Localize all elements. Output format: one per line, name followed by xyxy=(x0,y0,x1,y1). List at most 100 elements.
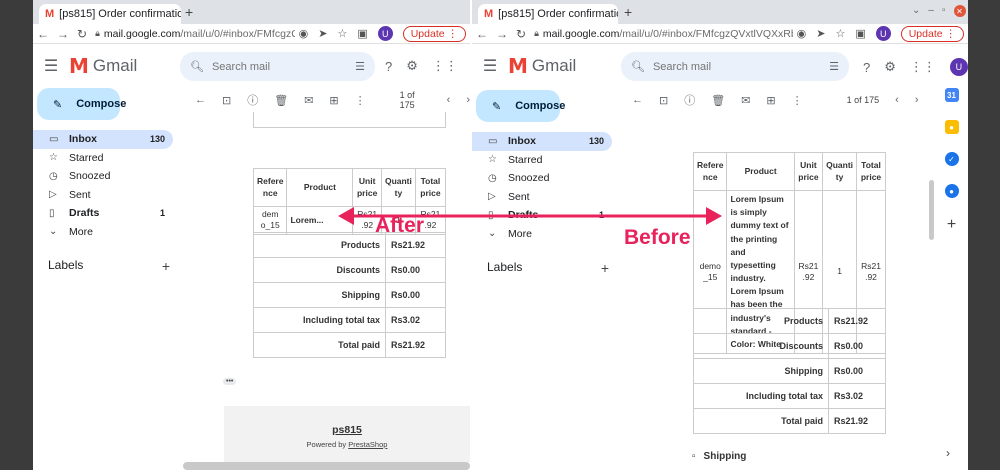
sidebar-item-drafts[interactable]: ▯ Drafts 1 xyxy=(33,204,173,223)
shop-name-link[interactable]: ps815 xyxy=(224,424,470,436)
sidepanel-icon[interactable]: ▣ xyxy=(855,27,865,40)
help-icon[interactable]: ? xyxy=(385,59,392,74)
sidebar-item-inbox[interactable]: ▭ Inbox 130 xyxy=(472,132,612,151)
sidebar-item-drafts[interactable]: ▯ Drafts 1 xyxy=(472,206,612,225)
update-button[interactable]: Update ⋮ xyxy=(402,25,466,42)
more-vert-icon[interactable]: ⋮ xyxy=(792,94,803,107)
next-page-icon[interactable]: › xyxy=(915,94,919,106)
report-spam-icon[interactable]: ⓘ xyxy=(684,92,695,108)
filter-icon[interactable]: ☰ xyxy=(355,60,365,73)
chevron-down-icon[interactable]: ⌄ xyxy=(912,5,920,17)
report-spam-icon[interactable]: ⓘ xyxy=(247,92,258,108)
delete-icon[interactable]: 🗑︎ xyxy=(711,94,725,107)
address-bar-actions: ◉ ➤ ☆ ▣ U Update ⋮ xyxy=(797,25,964,42)
star-icon[interactable]: ☆ xyxy=(835,27,845,40)
update-button[interactable]: Update ⋮ xyxy=(900,25,964,42)
move-to-icon[interactable]: ⊞ xyxy=(329,94,338,107)
search-icon[interactable]: 🔍︎ xyxy=(190,60,204,73)
url-field[interactable]: mail.google.com/mail/u/0/#inbox/FMfcgzQV… xyxy=(104,28,295,40)
tasks-icon[interactable]: ✓ xyxy=(944,152,959,166)
prestashop-link[interactable]: PrestaShop xyxy=(348,440,387,449)
archive-icon[interactable]: ⊡ xyxy=(659,94,668,107)
send-icon[interactable]: ➤ xyxy=(318,27,327,40)
search-input[interactable] xyxy=(652,60,822,73)
gear-icon[interactable]: ⚙ xyxy=(406,58,418,74)
compose-button[interactable]: ✎ Compose xyxy=(476,90,565,122)
sidepanel-icon[interactable]: ▣ xyxy=(357,27,367,40)
close-window-icon[interactable]: ✕ xyxy=(953,5,966,17)
new-tab-icon[interactable]: + xyxy=(185,4,193,20)
sidebar-item-snoozed[interactable]: ◷ Snoozed xyxy=(33,167,173,186)
gear-icon[interactable]: ⚙ xyxy=(884,59,896,75)
star-icon[interactable]: ☆ xyxy=(337,27,347,40)
minimize-icon[interactable]: – xyxy=(928,5,934,17)
menu-icon[interactable]: ☰ xyxy=(33,56,69,76)
prev-page-icon[interactable]: ‹ xyxy=(447,94,451,106)
add-label-icon[interactable]: + xyxy=(162,258,170,274)
delete-icon[interactable]: 🗑︎ xyxy=(274,94,288,107)
sidebar-item-more[interactable]: ⌄ More xyxy=(33,223,173,242)
browser-tab[interactable]: M [ps815] Order confirmatio ✕ xyxy=(478,4,618,24)
apps-grid-icon[interactable]: ⋮⋮ xyxy=(432,58,458,74)
add-addon-icon[interactable]: + xyxy=(947,216,956,234)
url-field[interactable]: mail.google.com/mail/u/0/#inbox/FMfcgzQV… xyxy=(543,28,793,40)
browser-window-before: M [ps815] Order confirmatio ✕ + ⌄ – ▫ ✕ … xyxy=(472,0,968,470)
search-bar[interactable]: 🔍︎ ☰ xyxy=(180,52,375,81)
contacts-icon[interactable]: ● xyxy=(944,184,959,198)
window-controls: ⌄ – ▫ ✕ xyxy=(912,5,966,17)
search-input[interactable] xyxy=(211,60,348,73)
sidebar-item-starred[interactable]: ☆ Starred xyxy=(472,151,612,170)
back-icon[interactable]: ← xyxy=(476,27,488,41)
calendar-icon[interactable]: 31 xyxy=(944,88,959,102)
keep-icon[interactable]: ● xyxy=(944,120,959,134)
horizontal-scrollbar[interactable] xyxy=(183,462,470,470)
vertical-scrollbar[interactable] xyxy=(929,180,934,240)
lock-icon[interactable]: 🔒︎ xyxy=(534,28,539,39)
reload-icon[interactable]: ↻ xyxy=(77,27,87,41)
sidebar-item-more[interactable]: ⌄ More xyxy=(472,225,612,244)
sidebar-item-sent[interactable]: ▷ Sent xyxy=(472,188,612,207)
avatar[interactable]: U xyxy=(875,26,891,41)
filter-icon[interactable]: ☰ xyxy=(829,60,839,73)
draft-icon: ▯ xyxy=(49,207,55,219)
reload-icon[interactable]: ↻ xyxy=(516,27,526,41)
browser-tab[interactable]: M [ps815] Order confirmatio ✕ xyxy=(39,4,181,24)
search-bar[interactable]: 🔍︎ ☰ xyxy=(621,52,849,81)
inbox-icon: ▭ xyxy=(488,135,498,147)
expand-panel-icon[interactable]: › xyxy=(946,446,950,460)
next-page-icon[interactable]: › xyxy=(466,94,470,106)
menu-icon[interactable]: ☰ xyxy=(472,56,508,76)
back-icon[interactable]: ← xyxy=(37,27,49,41)
sidebar-item-starred[interactable]: ☆ Starred xyxy=(33,149,173,168)
apps-grid-icon[interactable]: ⋮⋮ xyxy=(910,59,936,75)
before-label: Before xyxy=(624,226,691,249)
move-to-icon[interactable]: ⊞ xyxy=(766,94,775,107)
mark-unread-icon[interactable]: ✉ xyxy=(741,94,750,107)
forward-icon[interactable]: → xyxy=(496,27,508,41)
archive-icon[interactable]: ⊡ xyxy=(222,94,231,107)
compose-button[interactable]: ✎ Compose xyxy=(37,88,126,120)
back-arrow-icon[interactable]: ← xyxy=(195,94,206,106)
send-icon[interactable]: ➤ xyxy=(816,27,825,40)
account-avatar[interactable]: U xyxy=(949,58,968,76)
new-tab-icon[interactable]: + xyxy=(624,4,632,20)
more-vert-icon[interactable]: ⋮ xyxy=(355,94,366,107)
help-icon[interactable]: ? xyxy=(863,60,870,75)
sidebar-item-sent[interactable]: ▷ Sent xyxy=(33,186,173,205)
forward-icon[interactable]: → xyxy=(57,27,69,41)
lock-icon[interactable]: 🔒︎ xyxy=(95,28,100,39)
back-arrow-icon[interactable]: ← xyxy=(632,94,643,106)
prev-page-icon[interactable]: ‹ xyxy=(895,94,899,106)
summary-row-total: Total paid Rs21.92 xyxy=(693,408,886,434)
mark-unread-icon[interactable]: ✉ xyxy=(304,94,313,107)
show-trimmed-button[interactable]: ••• xyxy=(223,378,237,385)
search-icon[interactable]: 🔍︎ xyxy=(631,60,645,73)
add-label-icon[interactable]: + xyxy=(601,260,609,276)
sidebar-item-snoozed[interactable]: ◷ Snoozed xyxy=(472,169,612,188)
gmail-logo-icon: M xyxy=(508,54,528,78)
eye-icon[interactable]: ◉ xyxy=(797,27,807,40)
sidebar-item-inbox[interactable]: ▭ Inbox 130 xyxy=(33,130,173,149)
avatar[interactable]: U xyxy=(377,26,393,41)
maximize-icon[interactable]: ▫ xyxy=(942,5,946,17)
eye-icon[interactable]: ◉ xyxy=(299,27,309,40)
